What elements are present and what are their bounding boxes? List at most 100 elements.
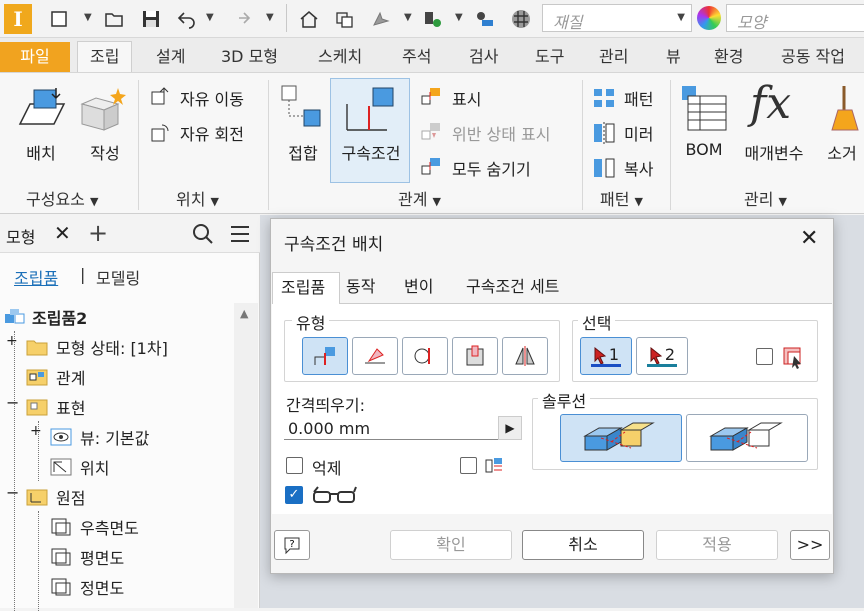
free-move-button[interactable]: 자유 이동	[180, 86, 244, 110]
tree-item-yz-plane[interactable]: 우측면도	[50, 515, 139, 539]
material-sphere-icon[interactable]	[510, 8, 532, 30]
create-component-icon[interactable]	[78, 84, 130, 138]
tree-item-assembly[interactable]: 조립품2	[4, 305, 87, 329]
copy-icon[interactable]	[592, 156, 618, 184]
tab-tools[interactable]: 도구	[535, 44, 564, 70]
show-icon[interactable]	[420, 86, 442, 112]
bom-icon[interactable]	[680, 84, 730, 138]
more-button[interactable]: >>	[790, 530, 830, 560]
joint-button[interactable]: 접합	[280, 140, 326, 164]
project-icon[interactable]	[334, 8, 356, 30]
pattern-icon[interactable]	[592, 86, 618, 114]
create-button[interactable]: 작성	[82, 140, 128, 164]
app-logo[interactable]: I	[4, 4, 32, 34]
search-icon[interactable]	[192, 223, 214, 249]
close-icon[interactable]: ✕	[800, 226, 818, 251]
tab-sketch[interactable]: 스케치	[318, 44, 362, 70]
free-move-icon[interactable]	[148, 86, 172, 114]
tab-file[interactable]: 파일	[0, 42, 70, 72]
free-rotate-button[interactable]: 자유 회전	[180, 121, 244, 145]
show-sick-button[interactable]: 위반 상태 표시	[452, 121, 551, 145]
redo-icon[interactable]	[230, 8, 252, 30]
symmetry-type-button[interactable]	[502, 337, 548, 375]
hide-all-button[interactable]: 모두 숨기기	[452, 156, 531, 180]
offset-arrow-icon[interactable]: ▶	[498, 416, 522, 440]
group-manage[interactable]: 관리 ▼	[744, 186, 787, 210]
new-file-icon[interactable]	[48, 8, 70, 30]
joint-icon[interactable]	[280, 84, 326, 138]
tangent-type-button[interactable]	[402, 337, 448, 375]
assembly-link[interactable]: 조립품	[14, 265, 58, 289]
mirror-button[interactable]: 미러	[624, 121, 653, 145]
tree-item-xz-plane[interactable]: 평면도	[50, 545, 124, 569]
pick-part-first-checkbox[interactable]	[756, 348, 773, 365]
tab-collaborate[interactable]: 공동 작업	[781, 44, 845, 70]
insert-type-button[interactable]	[452, 337, 498, 375]
appearance-combo[interactable]: 모양	[726, 4, 864, 32]
open-folder-icon[interactable]	[104, 8, 126, 30]
pattern-button[interactable]: 패턴	[624, 86, 653, 110]
expand-icon[interactable]: +	[30, 423, 42, 439]
measure-icon[interactable]	[422, 8, 444, 30]
tab-view[interactable]: 뷰	[666, 44, 681, 70]
close-icon[interactable]: ✕	[54, 221, 71, 245]
suppress-checkbox[interactable]	[286, 457, 303, 474]
collapse-icon[interactable]: −	[6, 483, 19, 502]
ok-button[interactable]: 확인	[390, 530, 512, 560]
tree-item-xy-plane[interactable]: 정면도	[50, 575, 124, 599]
purge-broom-icon[interactable]	[826, 84, 862, 138]
tree-item-position[interactable]: 위치	[50, 455, 109, 479]
place-button[interactable]: 배치	[18, 140, 64, 164]
tree-item-origin[interactable]: 원점	[26, 485, 85, 509]
tab-motion[interactable]: 동작	[338, 272, 383, 304]
tree-item-relationships[interactable]: 관계	[26, 365, 85, 389]
select-2-button[interactable]: 2	[636, 337, 688, 375]
tree-item-model-state[interactable]: 모형 상태: [1차]	[26, 335, 168, 359]
tab-assemble[interactable]: 조립	[77, 41, 133, 72]
undo-dropdown-icon[interactable]: ▼	[206, 12, 214, 23]
menu-icon[interactable]	[230, 225, 250, 247]
tab-design[interactable]: 설계	[156, 44, 185, 70]
group-position[interactable]: 위치 ▼	[176, 186, 219, 210]
tab-assembly[interactable]: 조립품	[272, 272, 340, 304]
color-wheel-icon[interactable]	[697, 6, 721, 30]
tab-3d-model[interactable]: 3D 모형	[221, 44, 278, 70]
mate-type-button[interactable]	[302, 337, 348, 375]
free-rotate-icon[interactable]	[148, 121, 172, 149]
tab-manage[interactable]: 관리	[599, 44, 628, 70]
parameters-button[interactable]: 매개변수	[738, 140, 810, 164]
scroll-up-icon[interactable]: ▲	[240, 307, 248, 320]
tab-annotate[interactable]: 주석	[402, 44, 431, 70]
purge-button[interactable]: 소거	[822, 140, 862, 164]
expand-icon[interactable]: +	[6, 333, 18, 349]
parameters-icon[interactable]: fx	[750, 78, 791, 129]
new-dropdown-icon[interactable]: ▼	[84, 12, 92, 23]
preview-checkbox[interactable]: ✓	[285, 486, 303, 504]
help-button[interactable]: ?	[274, 530, 310, 560]
tree-item-view[interactable]: 뷰: 기본값	[50, 425, 149, 449]
add-tab-icon[interactable]: +	[88, 219, 108, 247]
select-1-button[interactable]: 1	[580, 337, 632, 375]
tree-item-representations[interactable]: 표현	[26, 395, 85, 419]
tab-inspect[interactable]: 검사	[469, 44, 498, 70]
group-relationships[interactable]: 관계 ▼	[398, 186, 441, 210]
undo-icon[interactable]	[176, 8, 198, 30]
mirror-icon[interactable]	[592, 121, 618, 149]
home-icon[interactable]	[298, 8, 320, 30]
collapse-icon[interactable]: −	[6, 393, 19, 412]
predict-offset-checkbox[interactable]	[460, 457, 477, 474]
select-dropdown-icon[interactable]: ▼	[404, 12, 412, 23]
material-combo[interactable]: 재질 ▼	[542, 4, 692, 32]
group-component[interactable]: 구성요소 ▼	[26, 186, 98, 210]
cancel-button[interactable]: 취소	[522, 530, 644, 560]
hide-all-icon[interactable]	[420, 156, 442, 182]
measure-dropdown-icon[interactable]: ▼	[455, 12, 463, 23]
save-icon[interactable]	[140, 8, 162, 30]
select-icon[interactable]	[370, 8, 392, 30]
group-pattern[interactable]: 패턴 ▼	[600, 186, 643, 210]
angle-type-button[interactable]	[352, 337, 398, 375]
scrollbar[interactable]	[234, 303, 258, 608]
show-button[interactable]: 표시	[452, 86, 481, 110]
apply-button[interactable]: 적용	[656, 530, 778, 560]
solution-flush-button[interactable]	[686, 414, 808, 462]
